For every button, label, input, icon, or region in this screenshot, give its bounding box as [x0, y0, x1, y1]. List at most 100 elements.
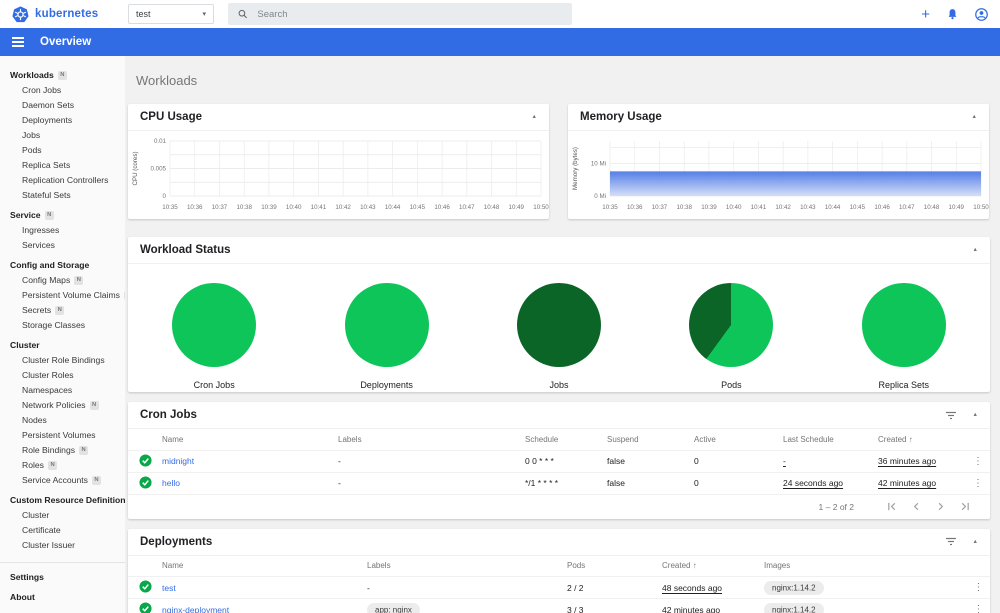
deployment-name-link[interactable]: nginx-deployment	[162, 605, 229, 613]
menu-hamburger-icon[interactable]	[10, 33, 26, 51]
svg-text:10:40: 10:40	[286, 204, 302, 211]
cronjob-schedule: 0 0 * * *	[525, 450, 607, 473]
col-created[interactable]: Created ↑	[878, 429, 966, 451]
create-resource-button[interactable]: +	[921, 7, 930, 22]
sidebar-item[interactable]: Jobs	[0, 128, 125, 143]
sidebar-item[interactable]: Network Policies N	[0, 398, 125, 413]
sidebar-item[interactable]: Nodes	[0, 413, 125, 428]
collapse-icon[interactable]: ▲	[532, 114, 537, 120]
sidebar-item[interactable]: Roles N	[0, 458, 125, 473]
sidebar-item[interactable]: Replica Sets	[0, 158, 125, 173]
pie-label: Jobs	[549, 380, 569, 390]
notifications-bell-icon[interactable]	[947, 8, 958, 20]
top-toolbar: kubernetes test ▾ +	[0, 0, 1000, 28]
cronjob-name-link[interactable]: midnight	[162, 456, 194, 466]
sidebar-item[interactable]: Workloads N	[0, 68, 125, 83]
svg-text:10:42: 10:42	[775, 204, 791, 211]
sidebar-footer-items: Settings About	[0, 567, 125, 607]
sidebar-item[interactable]: Cluster Roles	[0, 368, 125, 383]
first-page-icon[interactable]	[880, 501, 904, 512]
status-pie-chart	[172, 283, 257, 367]
sidebar-item[interactable]: Services	[0, 238, 125, 253]
kubernetes-logo[interactable]: kubernetes	[12, 5, 124, 23]
col-labels[interactable]: Labels	[367, 555, 567, 577]
collapse-icon[interactable]: ▲	[973, 539, 978, 545]
new-badge: N	[44, 210, 54, 221]
collapse-icon[interactable]: ▲	[973, 412, 978, 418]
cpu-usage-card: CPU Usage ▲ 10:35 10:36 10:37 10:38 10:39 10:…	[128, 104, 549, 219]
sidebar-item-label: Stateful Sets	[22, 190, 71, 200]
sidebar-item[interactable]: Persistent Volume Claims N	[0, 288, 125, 303]
new-badge: N	[57, 70, 67, 81]
sidebar-item[interactable]: Deployments	[0, 113, 125, 128]
sidebar-item[interactable]: Config and Storage	[0, 258, 125, 273]
filter-icon[interactable]	[945, 411, 957, 420]
sidebar-item[interactable]: Certificate	[0, 523, 125, 538]
col-created[interactable]: Created ↑	[662, 555, 764, 577]
sidebar-item[interactable]: About	[0, 587, 125, 607]
col-name[interactable]: Name	[162, 429, 338, 451]
sidebar-item[interactable]: Persistent Volumes	[0, 428, 125, 443]
sidebar-item[interactable]: Settings	[0, 567, 125, 587]
cronjob-created: 42 minutes ago	[878, 478, 937, 488]
col-labels[interactable]: Labels	[338, 429, 525, 451]
sidebar-item[interactable]: Config Maps N	[0, 273, 125, 288]
col-schedule[interactable]: Schedule	[525, 429, 607, 451]
last-page-icon[interactable]	[952, 501, 976, 512]
collapse-icon[interactable]: ▲	[972, 114, 977, 120]
next-page-icon[interactable]	[928, 501, 952, 512]
svg-text:10:38: 10:38	[676, 204, 692, 211]
sidebar-item[interactable]: Cron Jobs	[0, 83, 125, 98]
col-images[interactable]: Images	[764, 555, 967, 577]
sidebar-item-label: About	[10, 592, 35, 602]
cronjob-name-link[interactable]: hello	[162, 478, 180, 488]
filter-icon[interactable]	[945, 537, 957, 546]
cpu-usage-chart: 10:35 10:36 10:37 10:38 10:39 10:40 10:41 10:42…	[132, 138, 549, 211]
sidebar-item[interactable]: Custom Resource Definitions	[0, 493, 125, 508]
sidebar-item-label: Replication Controllers	[22, 175, 109, 185]
pagination: 1 – 2 of 2	[128, 495, 990, 519]
sidebar-item[interactable]: Cluster	[0, 338, 125, 353]
sidebar-item[interactable]: Cluster Issuer	[0, 538, 125, 553]
pie-label: Deployments	[360, 380, 413, 390]
sidebar-item-label: Service Accounts	[22, 475, 88, 485]
search-bar[interactable]	[228, 3, 572, 25]
svg-text:10:48: 10:48	[484, 204, 500, 211]
sidebar-item[interactable]: Namespaces	[0, 383, 125, 398]
collapse-icon[interactable]: ▲	[973, 247, 978, 253]
sidebar-item[interactable]: Service N	[0, 208, 125, 223]
sidebar-item[interactable]: Pods	[0, 143, 125, 158]
col-pods[interactable]: Pods	[567, 555, 662, 577]
sidebar-item[interactable]: Cluster	[0, 508, 125, 523]
user-account-icon[interactable]	[975, 7, 988, 21]
namespace-selector[interactable]: test ▾	[128, 4, 214, 24]
svg-text:10:43: 10:43	[360, 204, 376, 211]
col-suspend[interactable]: Suspend	[607, 429, 694, 451]
svg-text:10:46: 10:46	[434, 204, 450, 211]
deployment-pods: 3 / 3	[567, 598, 662, 613]
sidebar-item-label: Custom Resource Definitions	[10, 495, 125, 505]
sidebar-item[interactable]: Ingresses	[0, 223, 125, 238]
row-menu-icon[interactable]: ⋮	[966, 450, 990, 473]
status-ok-icon	[138, 453, 152, 467]
svg-text:10:44: 10:44	[385, 204, 401, 211]
sidebar-item[interactable]: Replication Controllers	[0, 173, 125, 188]
col-active[interactable]: Active	[694, 429, 783, 451]
row-menu-icon[interactable]: ⋮	[966, 472, 990, 495]
sidebar-item[interactable]: Daemon Sets	[0, 98, 125, 113]
sidebar-item[interactable]: Secrets N	[0, 303, 125, 318]
row-menu-icon[interactable]: ⋮	[967, 598, 990, 613]
sidebar-item[interactable]: Role Bindings N	[0, 443, 125, 458]
svg-text:10:37: 10:37	[212, 204, 228, 211]
deployment-name-link[interactable]: test	[162, 583, 176, 593]
table-header-row: Name Labels Schedule Suspend Active Last…	[128, 429, 990, 451]
col-name[interactable]: Name	[162, 555, 367, 577]
search-input[interactable]	[257, 8, 562, 20]
sidebar-item[interactable]: Cluster Role Bindings	[0, 353, 125, 368]
previous-page-icon[interactable]	[904, 501, 928, 512]
sidebar-item[interactable]: Service Accounts N	[0, 473, 125, 488]
col-last-schedule[interactable]: Last Schedule	[783, 429, 878, 451]
row-menu-icon[interactable]: ⋮	[967, 576, 990, 599]
sidebar-item[interactable]: Storage Classes	[0, 318, 125, 333]
sidebar-item[interactable]: Stateful Sets	[0, 188, 125, 203]
